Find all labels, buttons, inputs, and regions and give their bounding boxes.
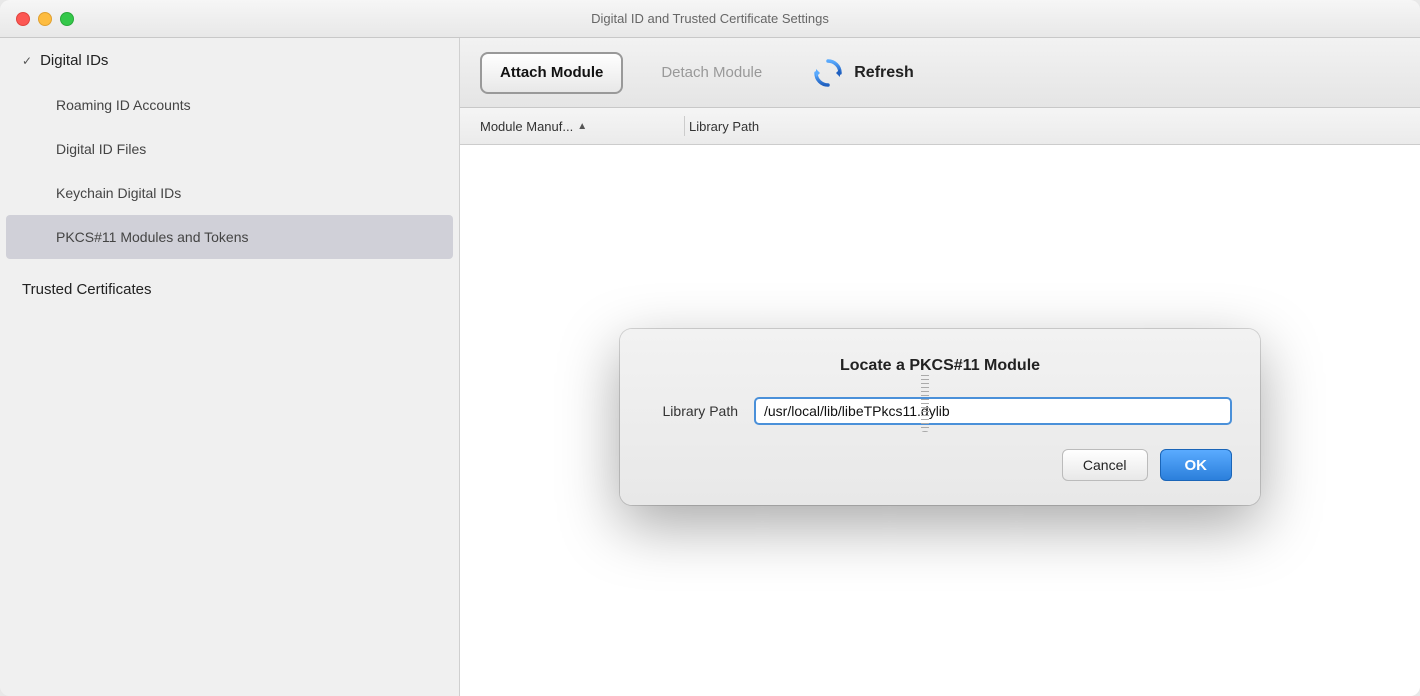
- dialog-buttons: Cancel OK: [648, 449, 1232, 481]
- resizer-container: [915, 108, 935, 696]
- sidebar-item-keychain[interactable]: Keychain Digital IDs: [6, 171, 453, 215]
- dialog-field-label: Library Path: [648, 403, 738, 419]
- traffic-lights: [16, 12, 74, 26]
- sidebar: ✓ Digital IDs Roaming ID Accounts Digita…: [0, 38, 460, 696]
- maximize-button[interactable]: [60, 12, 74, 26]
- minimize-button[interactable]: [38, 12, 52, 26]
- dialog-field: Library Path: [648, 397, 1232, 425]
- resizer-handle[interactable]: [921, 372, 929, 432]
- sidebar-item-pkcs11[interactable]: PKCS#11 Modules and Tokens: [6, 215, 453, 259]
- sidebar-item-trusted-certs[interactable]: Trusted Certificates: [6, 267, 453, 312]
- close-button[interactable]: [16, 12, 30, 26]
- sidebar-top-label: Digital IDs: [40, 52, 108, 69]
- chevron-icon: ✓: [22, 54, 32, 68]
- title-bar: Digital ID and Trusted Certificate Setti…: [0, 0, 1420, 38]
- content-area: Attach Module Detach Module: [460, 38, 1420, 696]
- sidebar-item-digital-ids[interactable]: ✓ Digital IDs: [6, 38, 453, 83]
- sidebar-item-files[interactable]: Digital ID Files: [6, 127, 453, 171]
- pkcs11-dialog: Locate a PKCS#11 Module Library Path Can…: [620, 329, 1260, 505]
- ok-button[interactable]: OK: [1160, 449, 1233, 481]
- dialog-overlay: Locate a PKCS#11 Module Library Path Can…: [460, 38, 1420, 696]
- library-path-input[interactable]: [754, 397, 1232, 425]
- window-title: Digital ID and Trusted Certificate Setti…: [591, 11, 829, 26]
- main-layout: ✓ Digital IDs Roaming ID Accounts Digita…: [0, 38, 1420, 696]
- cancel-button[interactable]: Cancel: [1062, 449, 1148, 481]
- sidebar-item-roaming[interactable]: Roaming ID Accounts: [6, 83, 453, 127]
- dialog-title: Locate a PKCS#11 Module: [648, 357, 1232, 375]
